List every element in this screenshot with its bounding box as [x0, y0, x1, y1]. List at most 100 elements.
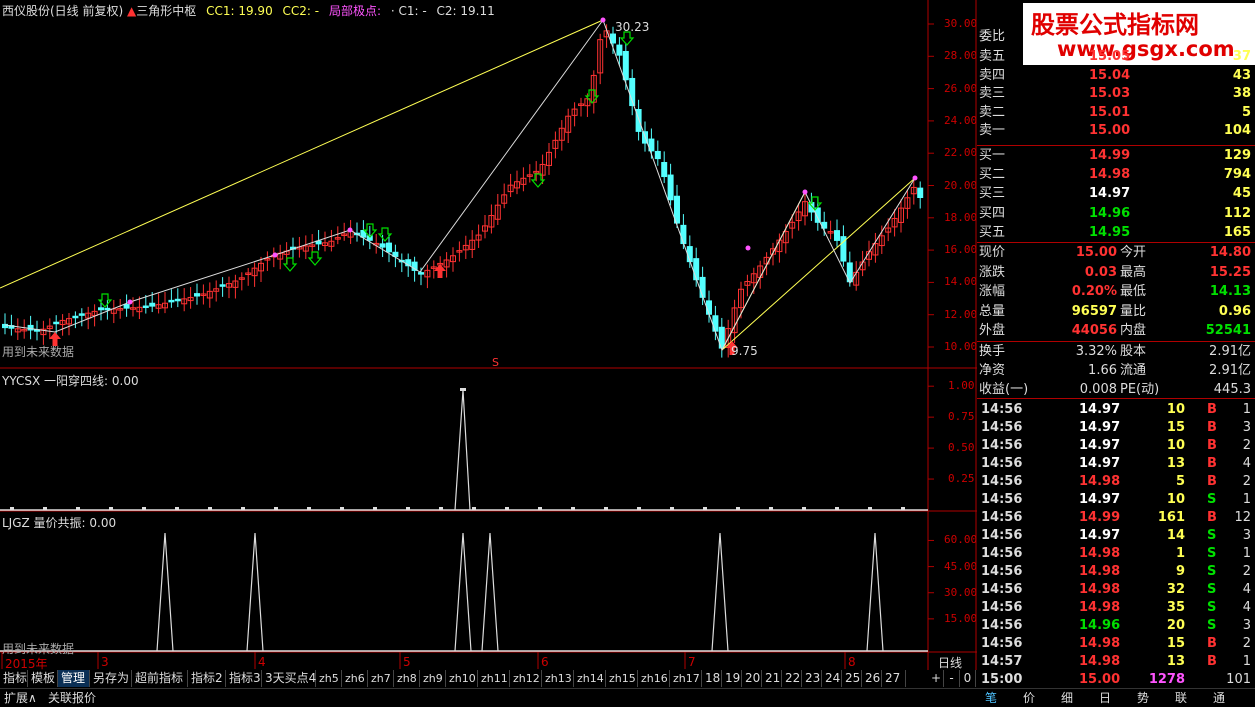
quote-view-tab-2[interactable]: 细 [1061, 689, 1073, 707]
period-label[interactable]: 日线 [938, 654, 962, 671]
tick-price: 14.96 [1079, 618, 1121, 633]
tick-volume: 1278 [1148, 672, 1185, 687]
tab-25[interactable]: 22 [782, 670, 802, 687]
tab-12[interactable]: zh9 [420, 670, 446, 687]
tab-22[interactable]: 19 [722, 670, 742, 687]
quote-view-tab-6[interactable]: 通 [1213, 689, 1225, 707]
tab-20[interactable]: zh17 [670, 670, 702, 687]
tick-row: 14:56 14.99 161 B 12 [977, 509, 1255, 527]
tab-28[interactable]: 25 [842, 670, 862, 687]
tab-0[interactable]: 指标 [0, 670, 28, 687]
tab-4[interactable]: 超前指标 [132, 670, 188, 687]
sell-arrow-icon [282, 257, 298, 272]
tab-23[interactable]: 20 [742, 670, 762, 687]
pivot-dot [802, 189, 808, 195]
candle-body [123, 304, 130, 309]
sub1-zero-mark [835, 507, 839, 510]
tab-15[interactable]: zh12 [510, 670, 542, 687]
fund-value: 445.3 [1213, 381, 1251, 397]
weibi-row: 委比 [977, 28, 1255, 46]
quote-view-tab-0[interactable]: 笔 [985, 689, 997, 707]
tab-21[interactable]: 18 [702, 670, 722, 687]
tick-volume: 161 [1157, 510, 1185, 525]
bid-label: 买一 [979, 148, 1006, 163]
quote-view-tab-1[interactable]: 价 [1023, 689, 1035, 707]
tab-3[interactable]: 另存为 [90, 670, 132, 687]
tab-16[interactable]: zh13 [542, 670, 574, 687]
stat-value: 14.80 [1209, 245, 1251, 260]
tab-8[interactable]: zh5 [316, 670, 342, 687]
tab-30[interactable]: 27 [882, 670, 906, 687]
tab-29[interactable]: 26 [862, 670, 882, 687]
tick-row: 14:56 14.96 20 S 3 [977, 617, 1255, 635]
tab-10[interactable]: zh7 [368, 670, 394, 687]
price-tick-label: 22.00 [944, 146, 978, 160]
sub1-zero-mark [109, 507, 113, 510]
sub2-spike [454, 532, 472, 652]
tab-2[interactable]: 管理 [58, 670, 90, 687]
tick-row: 14:56 14.97 15 B 3 [977, 419, 1255, 437]
stat-row: 涨跌 0.03 最高 15.25 [977, 264, 1255, 282]
tick-count: 4 [1242, 582, 1251, 597]
stat-label: 总量 [979, 303, 1006, 319]
sub1-zero-mark [802, 507, 806, 510]
fund-label: 收益(一) [979, 381, 1029, 397]
stat-value: 15.00 [1075, 245, 1117, 260]
tab-26[interactable]: 23 [802, 670, 822, 687]
tick-volume: 10 [1166, 402, 1185, 417]
sub1-spike-cap [460, 388, 466, 391]
bid-row: 买三 14.97 45 [977, 185, 1255, 203]
tab-13[interactable]: zh10 [446, 670, 478, 687]
tab-17[interactable]: zh14 [574, 670, 606, 687]
tab-7[interactable]: 3天买点4 [262, 670, 316, 687]
tab-11[interactable]: zh8 [394, 670, 420, 687]
tab-27[interactable]: 24 [822, 670, 842, 687]
kline-chart-area[interactable] [0, 0, 977, 670]
tab-24[interactable]: 21 [762, 670, 782, 687]
tab-19[interactable]: zh16 [638, 670, 670, 687]
tick-row: 15:00 15.00 1278 101 [977, 671, 1255, 689]
tick-volume: 10 [1166, 438, 1185, 453]
sub2-spike [711, 532, 729, 652]
related-quote-button[interactable]: 关联报价 [48, 689, 96, 707]
bid-volume: 129 [1223, 148, 1251, 163]
tab-9[interactable]: zh6 [342, 670, 368, 687]
candle-body [667, 174, 674, 201]
quote-view-tab-3[interactable]: 日 [1099, 689, 1111, 707]
pivot-dot [745, 245, 751, 251]
expand-button[interactable]: 扩展∧ [4, 689, 37, 707]
tick-row: 14:56 14.97 14 S 3 [977, 527, 1255, 545]
sub1-zero-mark [604, 507, 608, 510]
candle-body [917, 187, 924, 198]
tick-time: 14:56 [981, 564, 1023, 579]
tab-6[interactable]: 指标3 [226, 670, 262, 687]
tab-18[interactable]: zh15 [606, 670, 638, 687]
tick-row: 14:56 14.98 9 S 2 [977, 563, 1255, 581]
bid-price: 14.98 [1089, 167, 1131, 183]
bid-price: 14.95 [1089, 224, 1131, 240]
sub1-zero-mark [505, 507, 509, 510]
quote-view-tab-4[interactable]: 势 [1137, 689, 1149, 707]
indicator-name: 三角形中枢 [136, 4, 197, 18]
tab-control-0[interactable]: + [928, 670, 944, 687]
candle-body [712, 315, 719, 332]
tick-side: B [1207, 510, 1217, 525]
tick-price: 14.99 [1079, 510, 1121, 525]
quote-view-tab-5[interactable]: 联 [1175, 689, 1187, 707]
tick-side: B [1207, 636, 1217, 651]
sub1-zero-mark [901, 507, 905, 510]
tick-time: 14:56 [981, 402, 1023, 417]
price-tick-label: 20.00 [944, 178, 978, 192]
tick-count: 2 [1242, 564, 1251, 579]
price-tick-label: 30.00 [944, 17, 978, 30]
price-tick-label: 28.00 [944, 49, 978, 63]
bid-label: 买三 [979, 186, 1006, 202]
tab-control-1[interactable]: - [944, 670, 960, 687]
fund-value: 3.32% [1075, 344, 1117, 359]
fund-label: 流通 [1120, 362, 1147, 378]
tab-5[interactable]: 指标2 [188, 670, 226, 687]
candle-body [219, 284, 226, 287]
tab-14[interactable]: zh11 [478, 670, 510, 687]
tab-1[interactable]: 模板 [28, 670, 58, 687]
tab-control-2[interactable]: 0 [960, 670, 976, 687]
